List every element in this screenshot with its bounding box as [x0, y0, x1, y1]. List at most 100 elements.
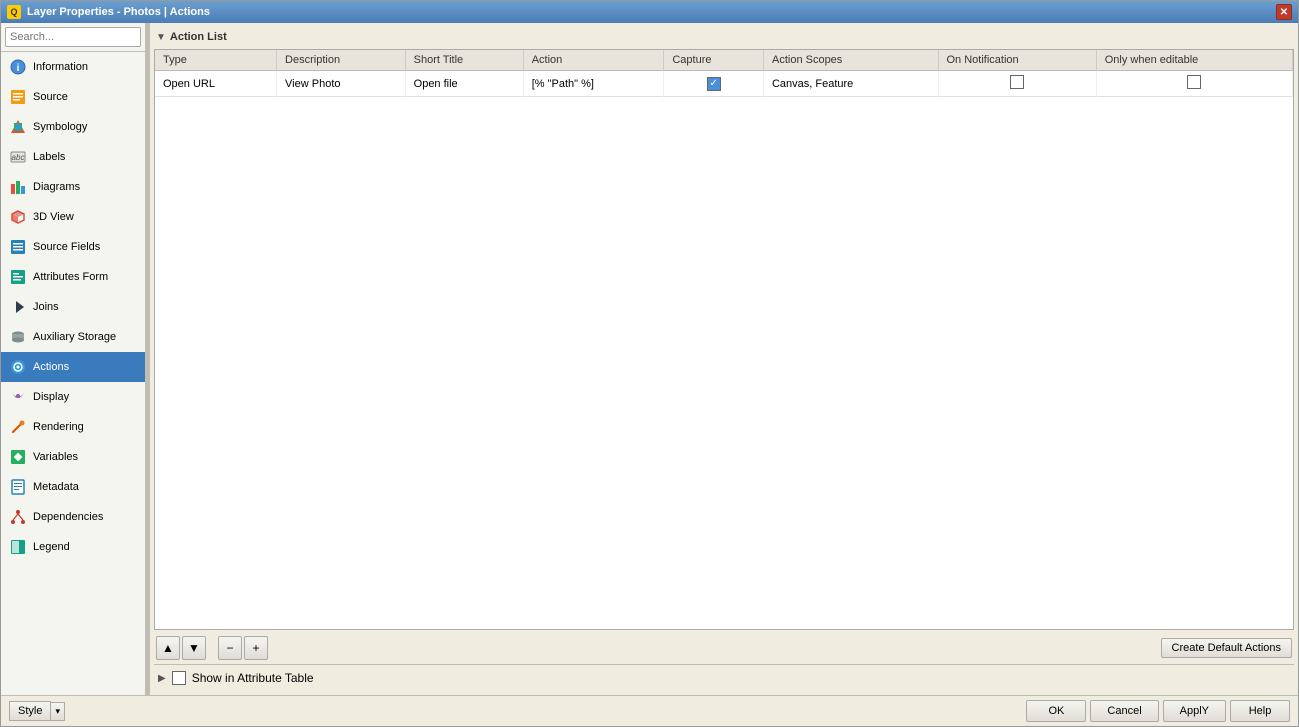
sidebar-item-attributes-form-label: Attributes Form [33, 271, 137, 283]
action-list-table-container: Type Description Short Title Action Capt… [154, 49, 1294, 630]
col-short-title: Short Title [405, 50, 523, 71]
main-content: i Information Source Symbology [1, 23, 1298, 695]
title-bar: Q Layer Properties - Photos | Actions ✕ [1, 1, 1298, 23]
information-icon: i [9, 58, 27, 76]
section-collapse-arrow[interactable]: ▼ [156, 32, 166, 43]
col-type: Type [155, 50, 277, 71]
variables-icon: ❖ [9, 448, 27, 466]
cell-type: Open URL [155, 71, 277, 97]
rendering-icon [9, 418, 27, 436]
sidebar-item-source-label: Source [33, 91, 137, 103]
svg-text:❖: ❖ [13, 452, 23, 464]
sidebar: i Information Source Symbology [1, 23, 146, 695]
action-list-section: ▼ Action List Type Description Short Tit… [150, 23, 1298, 695]
sidebar-item-metadata[interactable]: Metadata [1, 472, 145, 502]
3dview-icon [9, 208, 27, 226]
sidebar-item-3dview-label: 3D View [33, 211, 137, 223]
col-only-when-editable: Only when editable [1096, 50, 1292, 71]
show-attr-arrow[interactable]: ▶ [158, 673, 166, 684]
sidebar-item-diagrams[interactable]: Diagrams [1, 172, 145, 202]
sidebar-item-metadata-label: Metadata [33, 481, 137, 493]
action-list-table: Type Description Short Title Action Capt… [155, 50, 1293, 97]
only-when-editable-checkbox[interactable] [1187, 75, 1201, 89]
source-icon [9, 88, 27, 106]
cell-action-scopes: Canvas, Feature [763, 71, 938, 97]
svg-text:abc: abc [12, 153, 25, 162]
symbology-icon [9, 118, 27, 136]
create-default-actions-button[interactable]: Create Default Actions [1161, 638, 1292, 658]
app-icon: Q [7, 5, 21, 19]
sidebar-item-joins[interactable]: Joins [1, 292, 145, 322]
col-action: Action [523, 50, 664, 71]
sidebar-item-variables[interactable]: ❖ Variables [1, 442, 145, 472]
move-up-button[interactable]: ▲ [156, 636, 180, 660]
sidebar-item-auxiliary-storage[interactable]: Auxiliary Storage [1, 322, 145, 352]
attributes-form-icon [9, 268, 27, 286]
sidebar-item-labels[interactable]: abc Labels [1, 142, 145, 172]
help-button[interactable]: Help [1230, 700, 1290, 722]
sidebar-item-actions[interactable]: Actions [1, 352, 145, 382]
dependencies-icon [9, 508, 27, 526]
main-window: Q Layer Properties - Photos | Actions ✕ … [0, 0, 1299, 727]
sidebar-item-legend[interactable]: Legend [1, 532, 145, 562]
remove-action-button[interactable]: − [218, 636, 242, 660]
cell-description: View Photo [277, 71, 406, 97]
search-input[interactable] [5, 27, 141, 47]
sidebar-item-attributes-form[interactable]: Attributes Form [1, 262, 145, 292]
add-action-button[interactable]: + [244, 636, 268, 660]
col-description: Description [277, 50, 406, 71]
sidebar-item-actions-label: Actions [33, 361, 137, 373]
ok-button[interactable]: OK [1026, 700, 1086, 722]
show-attr-checkbox[interactable] [172, 671, 186, 685]
move-down-button[interactable]: ▼ [182, 636, 206, 660]
sidebar-item-source-fields[interactable]: Source Fields [1, 232, 145, 262]
sidebar-item-information-label: Information [33, 61, 137, 73]
joins-icon [9, 298, 27, 316]
sidebar-item-labels-label: Labels [33, 151, 137, 163]
table-header-row: Type Description Short Title Action Capt… [155, 50, 1293, 71]
sidebar-item-legend-label: Legend [33, 541, 137, 553]
sidebar-item-rendering[interactable]: Rendering [1, 412, 145, 442]
sidebar-item-display[interactable]: Display [1, 382, 145, 412]
col-action-scopes: Action Scopes [763, 50, 938, 71]
display-icon [9, 388, 27, 406]
sidebar-item-symbology-label: Symbology [33, 121, 137, 133]
labels-icon: abc [9, 148, 27, 166]
sidebar-item-information[interactable]: i Information [1, 52, 145, 82]
sidebar-item-dependencies-label: Dependencies [33, 511, 137, 523]
cell-action: [% "Path" %] [523, 71, 664, 97]
style-dropdown-arrow[interactable]: ▾ [51, 702, 65, 721]
window-title: Layer Properties - Photos | Actions [27, 6, 210, 18]
apply-button[interactable]: ApplY [1163, 700, 1226, 722]
col-on-notification: On Notification [938, 50, 1096, 71]
sidebar-item-auxiliary-storage-label: Auxiliary Storage [33, 331, 137, 343]
sidebar-item-variables-label: Variables [33, 451, 137, 463]
legend-icon [9, 538, 27, 556]
sidebar-item-symbology[interactable]: Symbology [1, 112, 145, 142]
cell-on-notification [938, 71, 1096, 97]
show-attr-row: ▶ Show in Attribute Table [154, 664, 1294, 691]
cell-short-title: Open file [405, 71, 523, 97]
sidebar-item-diagrams-label: Diagrams [33, 181, 137, 193]
search-bar [1, 23, 145, 52]
sidebar-item-rendering-label: Rendering [33, 421, 137, 433]
toolbar-left: ▲ ▼ − + [156, 636, 268, 660]
close-button[interactable]: ✕ [1276, 4, 1292, 20]
col-capture: Capture [664, 50, 764, 71]
sidebar-item-source[interactable]: Source [1, 82, 145, 112]
sidebar-item-dependencies[interactable]: Dependencies [1, 502, 145, 532]
capture-checkbox[interactable]: ✓ [707, 77, 721, 91]
section-title: Action List [170, 31, 227, 43]
cancel-button[interactable]: Cancel [1090, 700, 1158, 722]
table-row[interactable]: Open URL View Photo Open file [% "Path" … [155, 71, 1293, 97]
metadata-icon [9, 478, 27, 496]
on-notification-checkbox[interactable] [1010, 75, 1024, 89]
style-button[interactable]: Style [9, 701, 51, 721]
title-bar-left: Q Layer Properties - Photos | Actions [7, 5, 210, 19]
sidebar-item-joins-label: Joins [33, 301, 137, 313]
source-fields-icon [9, 238, 27, 256]
sidebar-item-3dview[interactable]: 3D View [1, 202, 145, 232]
diagrams-icon [9, 178, 27, 196]
sidebar-item-source-fields-label: Source Fields [33, 241, 137, 253]
right-panel: ▼ Action List Type Description Short Tit… [150, 23, 1298, 695]
